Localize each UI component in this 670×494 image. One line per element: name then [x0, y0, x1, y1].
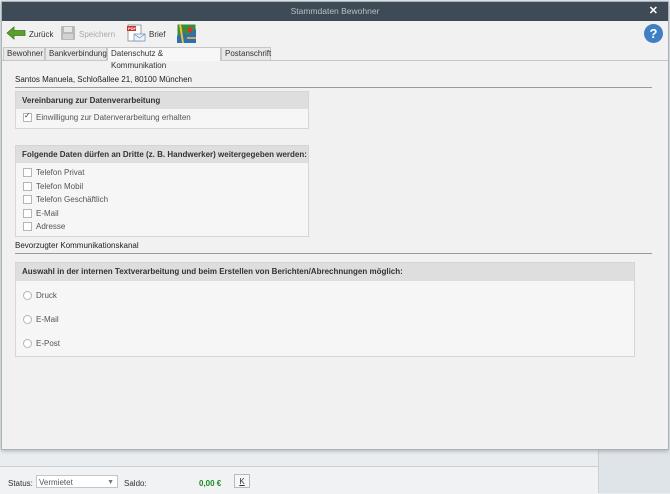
back-arrow-icon [6, 26, 26, 42]
saldo-label: Saldo: [124, 479, 147, 488]
tab-postanschrift[interactable]: Postanschrift [221, 47, 271, 60]
toolbar: Zurück Speichern PDF Brief ? [2, 21, 668, 46]
share-item-label: Adresse [36, 222, 66, 231]
back-button[interactable]: Zurück [6, 25, 53, 43]
status-value: Vermietet [39, 478, 73, 487]
save-button[interactable]: Speichern [60, 25, 115, 43]
tab-bewohner[interactable]: Bewohner [3, 47, 45, 60]
map-icon [177, 23, 196, 45]
checkbox[interactable] [23, 182, 32, 191]
share-panel: Folgende Daten dürfen an Dritte (z. B. H… [15, 145, 309, 237]
share-item-telefon-privat[interactable]: Telefon Privat [23, 168, 84, 177]
share-item-adresse[interactable]: Adresse [23, 222, 65, 231]
consent-header: Vereinbarung zur Datenverarbeitung [16, 92, 308, 109]
letter-pdf-icon: PDF [126, 24, 146, 44]
background-panel [598, 450, 670, 493]
tab-bar: Bewohner Bankverbindung Datenschutz & Ko… [2, 46, 668, 70]
save-disk-icon [60, 25, 76, 43]
dialog-title: Stammdaten Bewohner [290, 6, 380, 16]
tab-datenschutz[interactable]: Datenschutz & Kommunikation [107, 47, 221, 70]
svg-text:PDF: PDF [128, 26, 137, 31]
map-button[interactable] [177, 23, 199, 45]
channel-option-label: E-Mail [36, 315, 59, 324]
saldo-value: 0,00 € [199, 479, 222, 488]
radio-button[interactable] [23, 339, 32, 348]
radio-button[interactable] [23, 315, 32, 324]
save-label: Speichern [79, 29, 116, 39]
consent-row[interactable]: Einwilligung zur Datenverarbeitung erhal… [23, 111, 191, 122]
title-bar: Stammdaten Bewohner ✕ [2, 2, 668, 21]
channel-section-title: Bevorzugter Kommunikationskanal [15, 241, 652, 254]
channel-option-label: Druck [36, 291, 57, 300]
share-item-label: E-Mail [36, 209, 59, 218]
dropdown-arrow-icon: ▼ [107, 479, 114, 486]
share-item-email[interactable]: E-Mail [23, 209, 59, 218]
channel-header: Auswahl in der internen Textverarbeitung… [16, 263, 634, 281]
share-item-label: Telefon Geschäftlich [36, 195, 109, 204]
dialog-window: Stammdaten Bewohner ✕ Zurück Speichern P… [1, 1, 669, 450]
help-icon[interactable]: ? [644, 24, 663, 43]
status-label: Status: [8, 479, 33, 488]
channel-option-druck[interactable]: Druck [23, 291, 57, 300]
checkbox[interactable] [23, 209, 32, 218]
letter-label: Brief [149, 29, 166, 39]
checkbox[interactable] [23, 222, 32, 231]
letter-button[interactable]: PDF Brief [126, 24, 166, 44]
radio-button[interactable] [23, 291, 32, 300]
share-item-telefon-mobil[interactable]: Telefon Mobil [23, 182, 83, 191]
share-item-label: Telefon Privat [36, 168, 85, 177]
share-item-telefon-geschaeftlich[interactable]: Telefon Geschäftlich [23, 195, 108, 204]
share-header: Folgende Daten dürfen an Dritte (z. B. H… [16, 146, 308, 163]
consent-panel: Vereinbarung zur Datenverarbeitung Einwi… [15, 91, 309, 129]
tab-bankverbindung[interactable]: Bankverbindung [45, 47, 107, 60]
channel-panel: Auswahl in der internen Textverarbeitung… [15, 262, 635, 357]
k-button[interactable]: K [234, 474, 250, 488]
status-select[interactable]: Vermietet ▼ [36, 475, 118, 488]
status-bar: Status: Vermietet ▼ Saldo: 0,00 € K [0, 466, 598, 494]
close-icon[interactable]: ✕ [649, 4, 658, 17]
checkbox[interactable] [23, 195, 32, 204]
channel-option-epost[interactable]: E-Post [23, 339, 60, 348]
consent-label: Einwilligung zur Datenverarbeitung erhal… [36, 113, 191, 122]
back-label: Zurück [29, 29, 54, 39]
checkbox[interactable] [23, 168, 32, 177]
tab-content: Santos Manuela, Schloßallee 21, 80100 Mü… [2, 61, 668, 449]
channel-option-email[interactable]: E-Mail [23, 315, 59, 324]
resident-info: Santos Manuela, Schloßallee 21, 80100 Mü… [15, 75, 652, 88]
consent-checkbox[interactable] [23, 111, 32, 122]
share-item-label: Telefon Mobil [36, 182, 84, 191]
channel-option-label: E-Post [36, 339, 61, 348]
